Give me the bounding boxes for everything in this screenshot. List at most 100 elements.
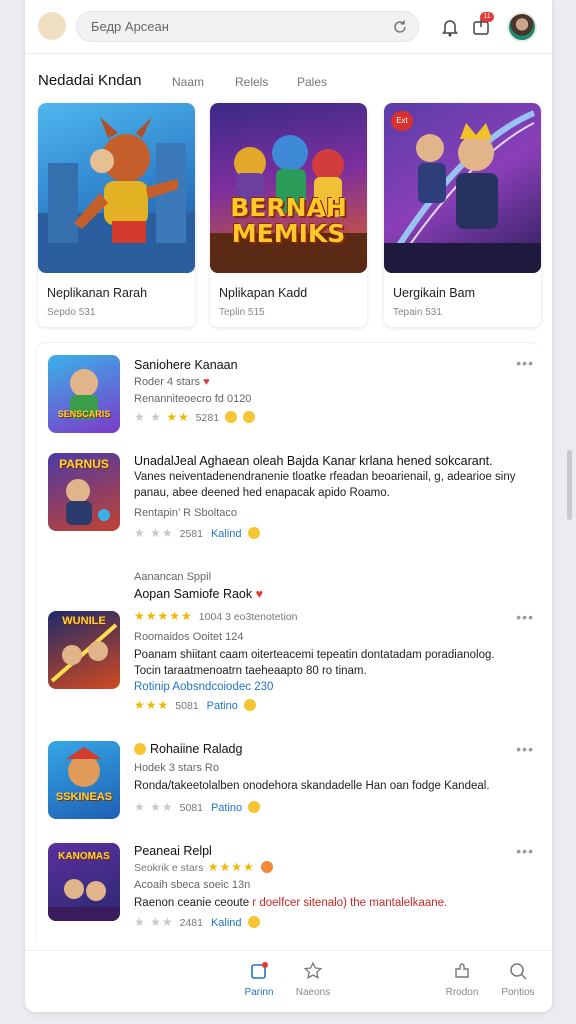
- nav-label: Parinn: [244, 987, 274, 998]
- item-meta: Roder 4 stars ♥: [134, 374, 210, 390]
- rating-stars: ★★★ 5081 Patino: [134, 698, 256, 712]
- game-thumbnail: SENSCARIS: [48, 355, 120, 433]
- item-action-link: Patino: [210, 802, 243, 814]
- item-link[interactable]: enapacak apido Roamo.: [265, 487, 390, 499]
- emoji-icon: [248, 801, 261, 813]
- puzzle-icon: [455, 963, 469, 978]
- item-description: Vanes neiventadenendranenie tloatke rfea…: [134, 469, 516, 485]
- tab-1[interactable]: Naam: [172, 75, 204, 89]
- item-description: Poanam shiitant caam oiterteacemi tepeat…: [134, 649, 495, 661]
- item-text: Raenon ceanie ceoute: [134, 897, 253, 909]
- emoji-icon: [243, 699, 256, 711]
- item-title: Aopan Samiofe Raok ♥: [134, 586, 263, 602]
- item-title: Peaneai Relpl: [134, 844, 212, 858]
- rating-stars: ★ ★★ 2481 Kalind: [134, 915, 260, 929]
- heart-icon: ♥: [255, 587, 264, 601]
- nav-label: Rrodon: [445, 987, 479, 998]
- home-icon: [251, 962, 268, 979]
- item-description: Ronda/takeetolalben onodehora skandadell…: [134, 778, 490, 794]
- item-link[interactable]: beoarienail, g, adearioe siny: [372, 471, 516, 483]
- game-thumbnail: PARNUS: [48, 453, 120, 531]
- more-options-icon[interactable]: •••: [516, 355, 534, 371]
- game-thumbnail: KANOMAS: [48, 843, 120, 921]
- inbox-button[interactable]: 11: [470, 12, 494, 38]
- refresh-icon[interactable]: [392, 19, 408, 35]
- nav-home[interactable]: Parinn: [229, 961, 289, 998]
- thumbnail-text: WUNILE: [62, 615, 106, 627]
- item-highlight[interactable]: r doelfcer sitenalo) the mantalelkaane.: [252, 897, 447, 909]
- thumbnail-text: SENSCARIS: [57, 409, 111, 419]
- search-input[interactable]: [91, 19, 381, 34]
- game-art: [38, 103, 195, 273]
- featured-card[interactable]: Neplikanan Rarah Sepdo 531: [38, 103, 195, 327]
- more-options-icon[interactable]: •••: [516, 609, 534, 625]
- item-description: Tocin taraatmenoatrn taeheaapto 80 ro ti…: [134, 665, 367, 677]
- section-header: Nedadai Kndan Naam Relels Pales: [38, 72, 538, 92]
- featured-card[interactable]: Ext Uergikain Bam Tepain 531: [384, 103, 541, 327]
- rating-stars: ★ ★★ 2581 Kalind: [134, 526, 260, 540]
- item-title-text: Rohaiine Raladg: [150, 742, 243, 756]
- item-link[interactable]: Rotinip Aobsndcoiodec 230: [134, 679, 273, 695]
- item-meta: Acoaih sbeca soeic 13n: [134, 879, 251, 891]
- rating-stars: ★ ★ ★★ 5281: [134, 410, 256, 424]
- heart-icon: ♥: [203, 376, 210, 388]
- item-text: Vanes neiventadenendranenie tloatke rfea…: [134, 471, 372, 483]
- nav-favorites[interactable]: Naeons: [283, 961, 343, 998]
- item-description: Raenon ceanie ceoute r doelfcer sitenalo…: [134, 895, 447, 911]
- item-title: Rohaiine Raladg: [134, 741, 242, 757]
- search-bar[interactable]: [76, 11, 419, 42]
- item-text: Ronda/takeetolalben onodehora skandadell…: [134, 780, 413, 792]
- search-icon: [510, 963, 527, 980]
- game-list: SENSCARIS Saniohere Kanaan Roder 4 stars…: [35, 342, 541, 942]
- tab-3[interactable]: Pales: [297, 75, 327, 89]
- item-title: UnadalJeal Aghaean oleah Bajda Kanar krl…: [134, 454, 493, 468]
- rating-stars: ★ ★★ 5081 Patino: [134, 800, 261, 814]
- emoji-icon: [247, 916, 260, 928]
- item-action-link: Patino: [206, 700, 238, 712]
- more-options-icon[interactable]: •••: [516, 741, 534, 757]
- nav-library[interactable]: Rrodon: [432, 961, 492, 998]
- card-subtitle: Teplin 515: [219, 307, 265, 318]
- card-title: Neplikanan Rarah: [47, 286, 148, 300]
- card-subtitle: Sepdo 531: [47, 307, 96, 318]
- inbox-badge: 11: [480, 12, 494, 22]
- item-action-link: Kalind: [210, 917, 242, 929]
- notification-icon[interactable]: [439, 16, 461, 38]
- card-title: Uergikain Bam: [393, 286, 475, 300]
- game-art: Ext: [384, 103, 541, 273]
- emoji-icon: [243, 411, 256, 423]
- badge-label: Ext: [391, 111, 413, 131]
- game-art-text: BERNAH MEMIKS: [230, 193, 347, 248]
- menu-avatar[interactable]: [38, 12, 66, 40]
- item-meta-text: Roder 4 stars: [134, 376, 201, 388]
- more-options-icon[interactable]: •••: [516, 843, 534, 859]
- item-meta: Roomaidos Ooitet 124: [134, 631, 244, 643]
- item-link[interactable]: fodge Kandeal.: [412, 780, 489, 792]
- item-meta: Hodek 3 stars Ro: [134, 762, 219, 774]
- star-icon: [303, 961, 323, 979]
- section-title: Nedadai Kndan: [38, 72, 142, 89]
- thumbnail-text: PARNUS: [59, 457, 109, 471]
- nav-search[interactable]: Pontios: [488, 961, 548, 998]
- nav-label: Naeons: [295, 987, 331, 998]
- card-title: Nplikapan Kadd: [219, 286, 308, 300]
- item-text: panau, abee deened hed: [134, 487, 266, 499]
- emoji-icon: [225, 411, 238, 423]
- game-thumbnail: WUNILE: [48, 611, 120, 689]
- emoji-icon: [260, 861, 273, 873]
- thumbnail-text: KANOMAS: [58, 851, 110, 862]
- item-description: panau, abee deened hed enapacak apido Ro…: [134, 485, 390, 501]
- item-description: Renanniteoecro fd 0120: [134, 393, 252, 405]
- app-window: 11 Nedadai Kndan Naam Relels Pales N: [25, 0, 552, 1012]
- bottom-nav: Parinn Naeons Rrodon Pontios: [25, 950, 552, 1012]
- item-title: Saniohere Kanaan: [134, 358, 238, 372]
- game-thumbnail: SSKINEAS: [48, 741, 120, 819]
- tab-2[interactable]: Relels: [235, 75, 268, 89]
- scrollbar[interactable]: [567, 450, 572, 520]
- emoji-icon: [247, 527, 260, 539]
- profile-avatar[interactable]: [507, 12, 537, 42]
- game-art: BERNAH MEMIKS: [210, 103, 367, 273]
- nav-label: Pontios: [501, 987, 535, 998]
- thumbnail-text: SSKINEAS: [55, 791, 113, 803]
- featured-card[interactable]: BERNAH MEMIKS Nplikapan Kadd Teplin 515: [210, 103, 367, 327]
